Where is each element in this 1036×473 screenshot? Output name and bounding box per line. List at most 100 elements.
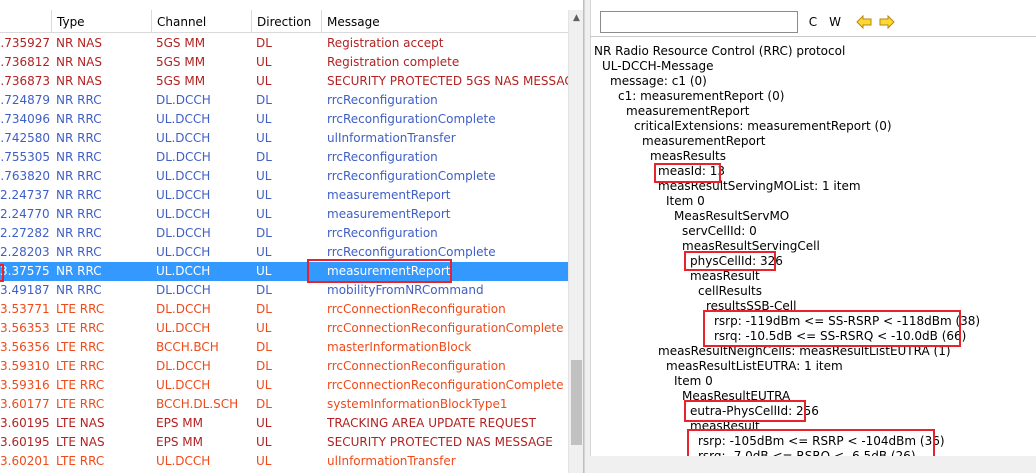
table-row[interactable]: 3.375758 NR RRC UL.DCCH UL measurementReport [0, 262, 568, 281]
table-row[interactable]: .755305 NR RRC DL.DCCH DL rrcReconfiguration [0, 148, 568, 167]
cell-message: rrcConnectionReconfiguration [327, 359, 506, 373]
tree-node[interactable]: physCellId: 326 [690, 254, 783, 269]
tree-node[interactable]: criticalExtensions: measurementReport (0… [634, 119, 892, 134]
cell-message: mobilityFromNRCommand [327, 283, 484, 297]
table-row[interactable]: 3.593105 LTE RRC DL.DCCH DL rrcConnectionRec… [0, 357, 568, 376]
cell-type: NR RRC [56, 112, 102, 126]
tree-node[interactable]: eutra-PhysCellId: 256 [690, 404, 819, 419]
cell-time: 3.491878 [0, 283, 50, 297]
column-header-type[interactable]: Type [52, 10, 152, 32]
cell-message: measurementReport [327, 207, 451, 221]
cell-time: 3.375758 [0, 264, 50, 278]
cell-time: 2.247371 [0, 188, 50, 202]
table-row[interactable]: .736873 NR NAS 5GS MM UL SECURITY PROTECTED … [0, 72, 568, 91]
tree-node[interactable]: Item 0 [674, 374, 713, 389]
arrow-right-icon[interactable] [879, 15, 895, 29]
column-header-channel[interactable]: Channel [152, 10, 252, 32]
cell-direction: DL [256, 283, 272, 297]
table-row[interactable]: .724879 NR RRC DL.DCCH DL rrcReconfiguration [0, 91, 568, 110]
table-row[interactable]: 2.247371 NR RRC UL.DCCH UL measurementReport [0, 186, 568, 205]
table-row[interactable]: 3.601955 LTE NAS EPS MM UL SECURITY PROTECTE… [0, 433, 568, 452]
tree-node[interactable]: resultsSSB-Cell [706, 299, 796, 314]
cell-direction: UL [256, 74, 272, 88]
cell-message: SECURITY PROTECTED NAS MESSAGE [327, 435, 553, 449]
tree-node[interactable]: measResultServingMOList: 1 item [658, 179, 861, 194]
tree-node[interactable]: MeasResultServMO [674, 209, 789, 224]
cell-direction: UL [256, 378, 272, 392]
arrow-left-icon[interactable] [856, 15, 872, 29]
cell-channel: DL.DCCH [156, 283, 211, 297]
table-row[interactable]: 2.282039 NR RRC UL.DCCH UL rrcReconfiguratio… [0, 243, 568, 262]
cell-time: 3.563533 [0, 321, 50, 335]
cell-channel: UL.DCCH [156, 264, 211, 278]
tree-node[interactable]: measResultListEUTRA: 1 item [666, 359, 843, 374]
table-row[interactable]: 2.272823 NR RRC DL.DCCH DL rrcReconfiguratio… [0, 224, 568, 243]
tree-node[interactable]: rsrp: -105dBm <= RSRP < -104dBm (36) [698, 434, 945, 449]
column-header-message[interactable]: Message [322, 10, 568, 32]
cell-direction: UL [256, 435, 272, 449]
tree-node[interactable]: measResult [690, 269, 760, 284]
cell-channel: DL.DCCH [156, 359, 211, 373]
tree-node[interactable]: measResultNeighCells: measResultListEUTR… [658, 344, 951, 359]
tree-node[interactable]: message: c1 (0) [610, 74, 707, 89]
cell-type: NR RRC [56, 226, 102, 240]
table-row[interactable]: 3.537715 LTE RRC DL.DCCH DL rrcConnectionRec… [0, 300, 568, 319]
tree-node[interactable]: MeasResultEUTRA [682, 389, 790, 404]
cell-channel: UL.DCCH [156, 454, 211, 468]
table-row[interactable]: 3.602016 LTE RRC UL.DCCH UL ulInformationTra… [0, 452, 568, 471]
table-row[interactable]: 3.491878 NR RRC DL.DCCH DL mobilityFromNRCom… [0, 281, 568, 300]
tree-node[interactable]: measResult [690, 419, 760, 434]
table-row[interactable]: .735927 NR NAS 5GS MM DL Registration accept [0, 34, 568, 53]
table-row[interactable]: 3.563564 LTE RRC BCCH.BCH DL masterInformati… [0, 338, 568, 357]
tree-node[interactable]: Item 0 [666, 194, 705, 209]
table-row[interactable]: .763820 NR RRC UL.DCCH UL rrcReconfiguration… [0, 167, 568, 186]
scrollbar-thumb[interactable] [571, 360, 582, 445]
table-row[interactable]: 3.601772 LTE RRC BCCH.DL.SCH DL systemInform… [0, 395, 568, 414]
tree-node[interactable]: rsrp: -119dBm <= SS-RSRP < -118dBm (38) [714, 314, 980, 329]
table-row[interactable]: 2.247707 NR RRC UL.DCCH UL measurementReport [0, 205, 568, 224]
decode-tree-panel: C W NR Radio Resource Control (RRC) prot… [590, 0, 1036, 473]
tree-node[interactable]: cellResults [698, 284, 762, 299]
tree-node[interactable]: measResultServingCell [682, 239, 820, 254]
tree-search-input[interactable] [600, 11, 798, 33]
cell-type: NR NAS [56, 74, 102, 88]
whole-word-button[interactable]: W [826, 12, 844, 32]
tree-node[interactable]: rsrq: -10.5dB <= SS-RSRQ < -10.0dB (66) [714, 329, 966, 344]
column-header-time[interactable] [0, 10, 52, 32]
table-row[interactable]: 3.563533 LTE RRC UL.DCCH UL rrcConnectionRec… [0, 319, 568, 338]
tree-node[interactable]: servCellId: 0 [682, 224, 757, 239]
table-row[interactable]: .736812 NR NAS 5GS MM UL Registration comple… [0, 53, 568, 72]
scroll-up-arrow-icon[interactable]: ▲ [569, 10, 583, 27]
cell-time: 3.563564 [0, 340, 50, 354]
tree-node[interactable]: NR Radio Resource Control (RRC) protocol [594, 44, 845, 59]
cell-channel: DL.DCCH [156, 302, 211, 316]
cell-type: NR NAS [56, 36, 102, 50]
cell-time: 3.601955 [0, 416, 50, 430]
tree-node[interactable]: measResults [650, 149, 726, 164]
message-list-scrollbar[interactable]: ▲ [568, 10, 583, 473]
cell-channel: UL.DCCH [156, 131, 211, 145]
table-row[interactable]: .742580 NR RRC UL.DCCH UL ulInformationTrans… [0, 129, 568, 148]
tree-node[interactable]: measId: 13 [658, 164, 725, 179]
cell-direction: DL [256, 150, 272, 164]
cell-direction: DL [256, 359, 272, 373]
table-row[interactable]: .734096 NR RRC UL.DCCH UL rrcReconfiguration… [0, 110, 568, 129]
cell-type: LTE RRC [56, 359, 105, 373]
match-case-button[interactable]: C [804, 12, 822, 32]
cell-time: 2.247707 [0, 207, 50, 221]
tree-horizontal-scrollbar[interactable] [590, 456, 1036, 473]
tree-node[interactable]: measurementReport [642, 134, 766, 149]
cell-time: 3.601955 [0, 435, 50, 449]
table-row[interactable]: 3.601955 LTE NAS EPS MM UL TRACKING AREA UPD… [0, 414, 568, 433]
table-row[interactable]: 3.593166 LTE RRC UL.DCCH UL rrcConnectionRec… [0, 376, 568, 395]
cell-message: rrcConnectionReconfiguration [327, 302, 506, 316]
cell-message: SECURITY PROTECTED 5GS NAS MESSAGE [327, 74, 568, 88]
tree-node[interactable]: UL-DCCH-Message [602, 59, 714, 74]
cell-channel: BCCH.DL.SCH [156, 397, 239, 411]
cell-direction: UL [256, 131, 272, 145]
column-header-direction[interactable]: Direction [252, 10, 322, 32]
cell-time: 3.593166 [0, 378, 50, 392]
tree-node[interactable]: c1: measurementReport (0) [618, 89, 784, 104]
tree-node[interactable]: measurementReport [626, 104, 750, 119]
cell-channel: UL.DCCH [156, 378, 211, 392]
